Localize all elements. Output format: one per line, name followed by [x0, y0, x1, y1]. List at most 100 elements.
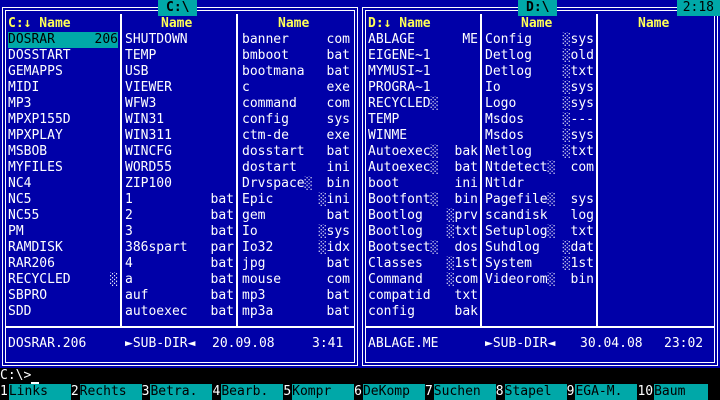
file-entry[interactable]: WIN31 — [125, 112, 234, 128]
file-entry[interactable]: Classes ░1st — [368, 256, 478, 272]
fkey-9[interactable]: 9 EGA-M. — [566, 384, 638, 400]
file-entry[interactable]: NC5 — [8, 192, 118, 208]
fkey-4[interactable]: 4 Bearb. — [212, 384, 284, 400]
fkey-8[interactable]: 8 Stapel — [495, 384, 567, 400]
file-entry[interactable]: 4 bat — [125, 256, 234, 272]
file-entry[interactable]: Msdos ░--- — [485, 112, 594, 128]
file-entry[interactable]: compatid txt — [368, 288, 478, 304]
file-entry[interactable]: SHUTDOWN — [125, 32, 234, 48]
file-entry[interactable]: DOSRAR 206 — [8, 32, 118, 48]
file-entry[interactable]: RECYCLED░ — [8, 272, 118, 288]
file-entry[interactable]: Config ░sys — [485, 32, 594, 48]
file-entry[interactable]: MSBOB — [8, 144, 118, 160]
file-entry[interactable]: config bak — [368, 304, 478, 320]
file-entry[interactable]: NC55 — [8, 208, 118, 224]
file-entry[interactable]: TEMP — [125, 48, 234, 64]
left-col1-header[interactable]: C:↓ Name — [8, 16, 116, 32]
file-entry[interactable]: MPXPLAY — [8, 128, 118, 144]
file-entry[interactable]: Suhdlog ░dat — [485, 240, 594, 256]
file-entry[interactable]: Ntdetect░ com — [485, 160, 594, 176]
fkey-7[interactable]: 7 Suchen — [424, 384, 496, 400]
file-entry[interactable]: WIN311 — [125, 128, 234, 144]
file-entry[interactable]: RAR206 — [8, 256, 118, 272]
right-file-panel[interactable]: D:\ 2:18 D:↓ Name Name Name ABLAGE ME EIGE… — [360, 0, 720, 368]
file-entry[interactable]: NC4 — [8, 176, 118, 192]
fkey-6[interactable]: 6 DeKomp — [354, 384, 425, 400]
file-entry[interactable]: Io ░sys — [485, 80, 594, 96]
file-entry[interactable]: 3 bat — [125, 224, 234, 240]
file-entry[interactable]: RECYCLED░ — [368, 96, 478, 112]
file-entry[interactable]: Io ░sys — [242, 224, 350, 240]
file-entry[interactable]: Ntldr — [485, 176, 594, 192]
file-entry[interactable]: 2 bat — [125, 208, 234, 224]
file-entry[interactable]: c exe — [242, 80, 350, 96]
file-entry[interactable]: config sys — [242, 112, 350, 128]
right-col2-header[interactable]: Name — [521, 16, 581, 32]
file-entry[interactable]: MIDI — [8, 80, 118, 96]
file-entry[interactable]: USB — [125, 64, 234, 80]
file-entry[interactable]: auf bat — [125, 288, 234, 304]
file-entry[interactable]: Setuplog░ txt — [485, 224, 594, 240]
file-entry[interactable]: WFW3 — [125, 96, 234, 112]
file-entry[interactable]: command com — [242, 96, 350, 112]
file-entry[interactable]: 386spart par — [125, 240, 234, 256]
fkey-2[interactable]: 2 Rechts — [70, 384, 142, 400]
file-entry[interactable]: WINME — [368, 128, 478, 144]
file-entry[interactable]: Msdos ░sys — [485, 128, 594, 144]
file-entry[interactable]: SDD — [8, 304, 118, 320]
file-entry[interactable]: Bootfont░ bin — [368, 192, 478, 208]
file-entry[interactable]: System ░1st — [485, 256, 594, 272]
file-entry[interactable]: GEMAPPS — [8, 64, 118, 80]
file-entry[interactable]: Drvspace░ bin — [242, 176, 350, 192]
file-entry[interactable]: scandisk log — [485, 208, 594, 224]
file-entry[interactable]: Logo ░sys — [485, 96, 594, 112]
file-entry[interactable]: Detlog ░old — [485, 48, 594, 64]
left-file-panel[interactable]: C:\ C:↓ Name Name Name DOSRAR 206 DOSSTART… — [0, 0, 360, 368]
file-entry[interactable]: jpg bat — [242, 256, 350, 272]
file-entry[interactable]: dostart ini — [242, 160, 350, 176]
file-entry[interactable]: WINCFG — [125, 144, 234, 160]
file-entry[interactable]: MYMUSI~1 — [368, 64, 478, 80]
right-col3-header[interactable]: Name — [638, 16, 698, 32]
file-entry[interactable]: RAMDISK — [8, 240, 118, 256]
file-entry[interactable]: Detlog ░txt — [485, 64, 594, 80]
file-entry[interactable]: Netlog ░txt — [485, 144, 594, 160]
fkey-3[interactable]: 3 Betra. — [141, 384, 213, 400]
fkey-1[interactable]: 1 Links — [0, 384, 71, 400]
file-entry[interactable]: Command ░com — [368, 272, 478, 288]
command-line[interactable]: C:\> — [0, 368, 720, 384]
file-entry[interactable]: Videorom░ bin — [485, 272, 594, 288]
left-col2-header[interactable]: Name — [161, 16, 221, 32]
file-entry[interactable]: mp3a bat — [242, 304, 350, 320]
file-entry[interactable]: DOSSTART — [8, 48, 118, 64]
file-entry[interactable]: bmboot bat — [242, 48, 350, 64]
file-entry[interactable] — [485, 304, 594, 320]
file-entry[interactable]: WORD55 — [125, 160, 234, 176]
file-entry[interactable]: a bat — [125, 272, 234, 288]
file-entry[interactable]: Bootsect░ dos — [368, 240, 478, 256]
file-entry[interactable] — [485, 288, 594, 304]
file-entry[interactable]: ctm-de exe — [242, 128, 350, 144]
file-entry[interactable]: VIEWER — [125, 80, 234, 96]
file-entry[interactable]: MP3 — [8, 96, 118, 112]
file-entry[interactable]: Autoexec░ bak — [368, 144, 478, 160]
file-entry[interactable]: Bootlog ░prv — [368, 208, 478, 224]
file-entry[interactable]: autoexec bat — [125, 304, 234, 320]
file-entry[interactable]: Epic ░ini — [242, 192, 350, 208]
file-entry[interactable]: 1 bat — [125, 192, 234, 208]
file-entry[interactable]: EIGENE~1 — [368, 48, 478, 64]
file-entry[interactable]: Io32 ░idx — [242, 240, 350, 256]
file-entry[interactable]: PM — [8, 224, 118, 240]
right-col1-header[interactable]: D:↓ Name — [368, 16, 476, 32]
file-entry[interactable]: Pagefile░ sys — [485, 192, 594, 208]
file-entry[interactable]: dosstart bat — [242, 144, 350, 160]
file-entry[interactable]: mouse com — [242, 272, 350, 288]
file-entry[interactable]: ZIP100 — [125, 176, 234, 192]
file-entry[interactable]: MPXP155D — [8, 112, 118, 128]
file-entry[interactable]: banner com — [242, 32, 350, 48]
file-entry[interactable]: Autoexec░ bat — [368, 160, 478, 176]
file-entry[interactable]: Bootlog ░txt — [368, 224, 478, 240]
file-entry[interactable]: TEMP — [368, 112, 478, 128]
fkey-10[interactable]: 10 Baum — [637, 384, 709, 400]
file-entry[interactable]: ABLAGE ME — [368, 32, 478, 48]
